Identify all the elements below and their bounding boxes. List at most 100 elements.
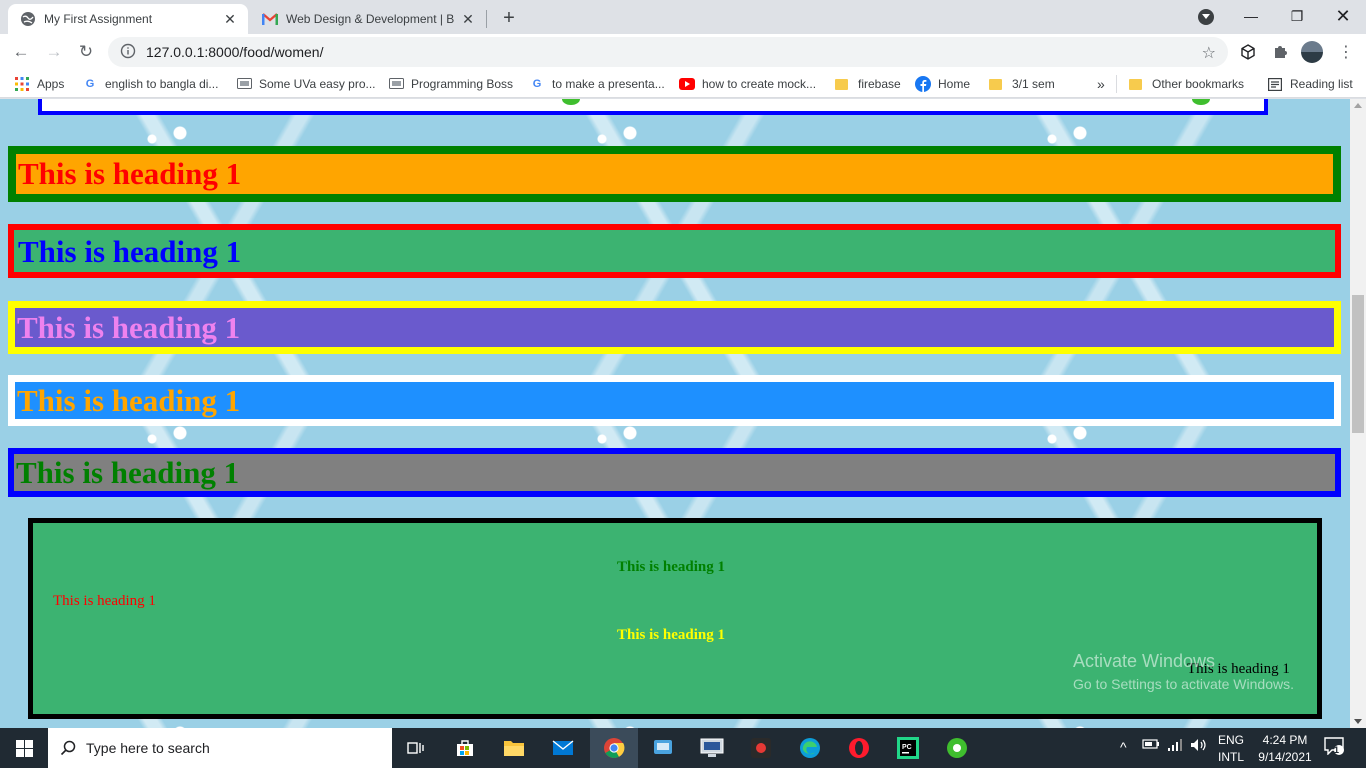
battery-icon[interactable]: [1142, 738, 1160, 755]
bookmark-3-1-sem[interactable]: 3/1 sem: [989, 74, 1055, 94]
screen-recorder-icon[interactable]: [737, 728, 785, 768]
task-view-icon[interactable]: [392, 728, 440, 768]
bookmark-label: to make a presenta...: [552, 77, 665, 91]
info-icon[interactable]: [120, 43, 136, 62]
bookmark-label: Apps: [37, 77, 65, 91]
site-icon: [388, 76, 404, 92]
facebook-icon: [915, 76, 931, 92]
bookmark-mock[interactable]: how to create mock...: [679, 74, 816, 94]
bookmark-label: Other bookmarks: [1152, 77, 1245, 91]
card-heading-center-top: This is heading 1: [617, 559, 725, 575]
show-hidden-icons[interactable]: ^: [1120, 739, 1127, 756]
windows-start-button[interactable]: [0, 728, 48, 768]
bookmark-label: english to bangla di...: [105, 77, 219, 91]
bookmark-other-bookmarks[interactable]: Other bookmarks: [1129, 74, 1244, 94]
scroll-down-icon[interactable]: [1354, 719, 1362, 724]
edge-icon[interactable]: [786, 728, 834, 768]
bookmark-label: Reading list: [1290, 77, 1353, 91]
google-icon: G: [85, 78, 95, 90]
card-heading-left: This is heading 1: [53, 593, 156, 609]
forward-button[interactable]: →: [40, 38, 68, 66]
google-icon: G: [532, 78, 542, 90]
bookmark-home[interactable]: Home: [915, 74, 970, 94]
search-placeholder: Type here to search: [86, 740, 210, 756]
reading-list-icon: [1267, 76, 1283, 92]
apps-grid-icon: [14, 76, 30, 92]
gmail-icon: [262, 11, 278, 27]
vertical-scrollbar[interactable]: [1350, 99, 1366, 728]
close-window-button[interactable]: ✕: [1320, 0, 1366, 32]
clock[interactable]: 4:24 PM 9/14/2021: [1252, 732, 1318, 766]
folder-icon: [989, 78, 1002, 90]
heading-1: This is heading 1: [17, 383, 241, 418]
bookmark-label: how to create mock...: [702, 77, 817, 91]
notification-count: 1: [1334, 745, 1340, 755]
address-bar[interactable]: 127.0.0.1:8000/food/women/ ☆: [108, 37, 1228, 67]
taskbar-search-box[interactable]: Type here to search: [48, 728, 392, 768]
bookmark-presentation[interactable]: G to make a presenta...: [529, 74, 665, 94]
reading-list-button[interactable]: Reading list: [1267, 74, 1353, 94]
extension-cube-icon[interactable]: [1234, 38, 1262, 66]
page-viewport: This is heading 1 This is heading 1 This…: [0, 99, 1350, 728]
green-app-icon[interactable]: [933, 728, 981, 768]
opera-icon[interactable]: [835, 728, 883, 768]
language-code: ENG: [1217, 733, 1244, 747]
scroll-up-icon[interactable]: [1354, 103, 1362, 108]
profile-avatar[interactable]: [1301, 41, 1323, 63]
new-tab-button[interactable]: +: [497, 6, 521, 30]
bookmark-programming-boss[interactable]: Programming Boss: [388, 74, 513, 94]
remote-desktop-icon[interactable]: [688, 728, 736, 768]
tab-title: My First Assignment: [44, 12, 153, 26]
reload-button[interactable]: ↻: [72, 38, 100, 66]
menu-kebab-icon[interactable]: ⋮: [1332, 38, 1360, 66]
back-button[interactable]: ←: [7, 38, 35, 66]
bookmark-uva[interactable]: Some UVa easy pro...: [236, 74, 376, 94]
globe-icon: [20, 11, 36, 27]
bookmarks-overflow-button[interactable]: »: [1097, 74, 1105, 94]
search-icon: [60, 740, 76, 756]
bookmark-label: Home: [938, 77, 971, 91]
restore-button[interactable]: ❐: [1274, 0, 1320, 32]
file-explorer-icon[interactable]: [490, 728, 538, 768]
tab-title: Web Design & Development | Ba: [286, 12, 454, 26]
folder-icon: [835, 78, 848, 90]
scrollbar-thumb[interactable]: [1352, 295, 1364, 433]
decorative-bead: [1192, 99, 1210, 105]
activate-windows-subtitle: Go to Settings to activate Windows.: [1073, 676, 1294, 692]
clock-time: 4:24 PM: [1262, 733, 1308, 747]
tab-web-design[interactable]: Web Design & Development | Ba ✕: [250, 4, 486, 34]
tab-my-first-assignment[interactable]: My First Assignment ✕: [8, 4, 248, 34]
volume-icon[interactable]: [1190, 738, 1208, 757]
microsoft-store-icon[interactable]: [441, 728, 489, 768]
folder-icon: [1129, 78, 1142, 90]
browser-toolbar: ← → ↻ 127.0.0.1:8000/food/women/ ☆ ⋮: [0, 34, 1366, 70]
network-icon[interactable]: [1167, 738, 1183, 757]
bookmark-firebase[interactable]: firebase: [835, 74, 901, 94]
minimize-button[interactable]: —: [1228, 0, 1274, 32]
bookmark-english-to-bangla[interactable]: G english to bangla di...: [82, 74, 219, 94]
bookmark-label: firebase: [858, 77, 901, 91]
tab-search-icon[interactable]: [1198, 9, 1214, 25]
heading-box-5: This is heading 1: [8, 448, 1341, 497]
heading-box-2: This is heading 1: [8, 224, 1341, 278]
bookmarks-separator: [1116, 75, 1117, 93]
dev-tool-icon[interactable]: [639, 728, 687, 768]
bookmark-star-icon[interactable]: ☆: [1202, 43, 1216, 63]
tab-strip: My First Assignment ✕ Web Design & Devel…: [0, 0, 1366, 34]
clock-date: 9/14/2021: [1258, 750, 1312, 764]
notifications-button[interactable]: 1: [1322, 737, 1346, 760]
close-tab-icon[interactable]: ✕: [222, 11, 238, 27]
chrome-icon[interactable]: [590, 728, 638, 768]
youtube-icon: [679, 76, 695, 92]
extensions-puzzle-icon[interactable]: [1266, 38, 1294, 66]
close-tab-icon[interactable]: ✕: [460, 11, 476, 27]
bookmark-label: Programming Boss: [411, 77, 514, 91]
heading-1: This is heading 1: [18, 234, 242, 269]
bookmark-apps[interactable]: Apps: [14, 74, 64, 94]
keyboard-layout: INTL: [1217, 750, 1244, 764]
pycharm-icon[interactable]: PC: [884, 728, 932, 768]
heading-box-1: This is heading 1: [8, 146, 1341, 202]
language-indicator[interactable]: ENG INTL: [1214, 732, 1248, 766]
mail-icon[interactable]: [539, 728, 587, 768]
decorative-bead: [562, 99, 580, 105]
